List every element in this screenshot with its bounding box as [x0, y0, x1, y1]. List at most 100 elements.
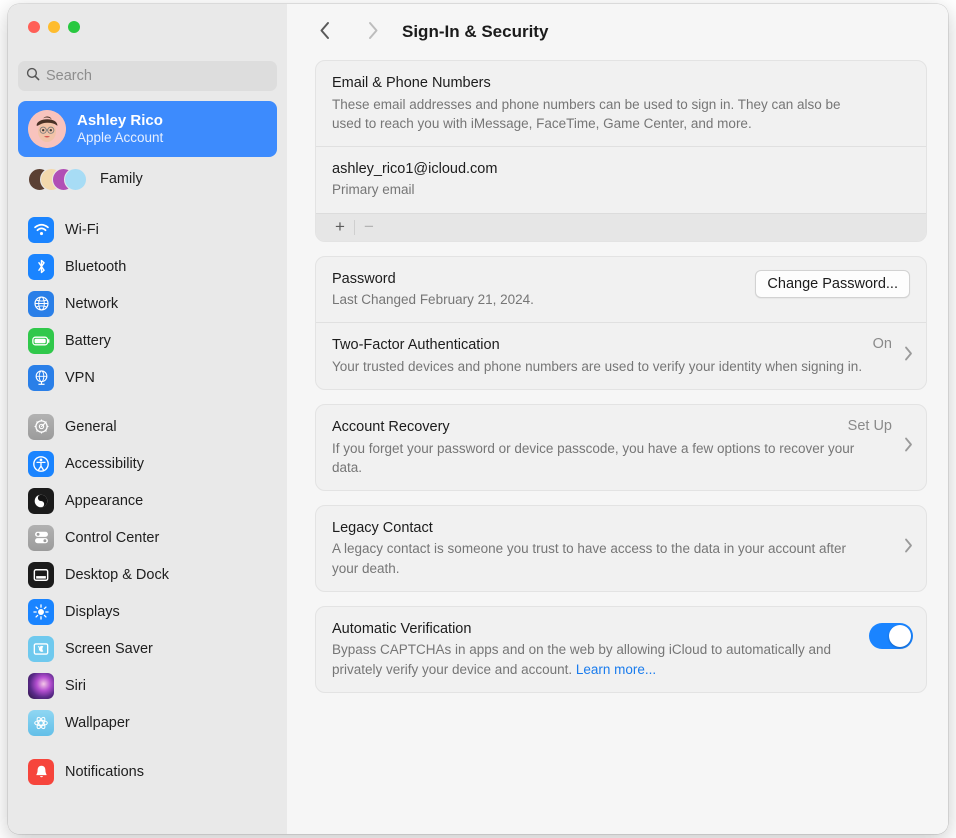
sidebar-item-vpn[interactable]: VPN	[18, 359, 277, 396]
sidebar-item-notifications[interactable]: Notifications	[18, 753, 277, 790]
sidebar-item-general[interactable]: General	[18, 408, 277, 445]
search-icon	[26, 67, 40, 86]
family-avatars-icon	[28, 166, 90, 192]
email-phone-header: Email & Phone Numbers These email addres…	[316, 61, 926, 146]
email-toolbar: + −	[316, 213, 926, 241]
sidebar-item-network[interactable]: Network	[18, 285, 277, 322]
sidebar-item-screen-saver[interactable]: Screen Saver	[18, 630, 277, 667]
sidebar-item-label: Wi-Fi	[65, 222, 99, 238]
account-name: Ashley Rico	[77, 112, 163, 130]
control-center-icon	[28, 525, 54, 551]
learn-more-link[interactable]: Learn more...	[576, 662, 656, 677]
network-globe-icon	[28, 291, 54, 317]
account-recovery-status: Set Up	[848, 418, 892, 434]
sidebar: Ashley Rico Apple Account Family W	[8, 4, 287, 834]
notifications-bell-icon	[28, 759, 54, 785]
bluetooth-icon	[28, 254, 54, 280]
legacy-contact-row[interactable]: Legacy Contact A legacy contact is someo…	[316, 506, 926, 591]
sidebar-item-label: Appearance	[65, 493, 143, 509]
screen-saver-icon	[28, 636, 54, 662]
legacy-contact-card[interactable]: Legacy Contact A legacy contact is someo…	[315, 505, 927, 592]
account-recovery-row[interactable]: Account Recovery If you forget your pass…	[316, 405, 926, 490]
sidebar-item-displays[interactable]: Displays	[18, 593, 277, 630]
remove-email-button[interactable]: −	[355, 216, 383, 238]
sidebar-item-label: General	[65, 419, 117, 435]
account-recovery-title: Account Recovery	[332, 418, 910, 438]
automatic-verification-row: Automatic Verification Bypass CAPTCHAs i…	[316, 607, 926, 692]
chevron-right-icon	[904, 346, 913, 366]
page-title: Sign-In & Security	[402, 22, 548, 42]
chevron-left-icon	[319, 21, 331, 43]
battery-icon	[28, 328, 54, 354]
avatar	[28, 110, 66, 148]
toggle-knob	[889, 625, 911, 647]
sidebar-item-label: Displays	[65, 604, 120, 620]
sidebar-item-apple-account[interactable]: Ashley Rico Apple Account	[18, 101, 277, 157]
sidebar-item-label: Bluetooth	[65, 259, 126, 275]
email-entry-row[interactable]: ashley_rico1@icloud.com Primary email	[316, 146, 926, 213]
password-security-card: Password Last Changed February 21, 2024.…	[315, 256, 927, 390]
siri-icon	[28, 673, 54, 699]
desktop-dock-icon	[28, 562, 54, 588]
sidebar-item-bluetooth[interactable]: Bluetooth	[18, 248, 277, 285]
two-factor-title: Two-Factor Authentication	[332, 336, 910, 356]
sidebar-item-accessibility[interactable]: Accessibility	[18, 445, 277, 482]
gear-icon	[28, 414, 54, 440]
two-factor-row[interactable]: Two-Factor Authentication Your trusted d…	[316, 322, 926, 389]
chevron-right-icon	[367, 21, 379, 43]
sidebar-item-label: Battery	[65, 333, 111, 349]
traffic-lights	[18, 4, 277, 50]
sidebar-item-siri[interactable]: Siri	[18, 667, 277, 704]
password-last-changed: Last Changed February 21, 2024.	[332, 290, 534, 309]
accessibility-icon	[28, 451, 54, 477]
email-phone-description: These email addresses and phone numbers …	[332, 95, 872, 133]
sidebar-item-wi-fi[interactable]: Wi-Fi	[18, 211, 277, 248]
search-field[interactable]	[18, 61, 277, 91]
close-button[interactable]	[28, 21, 40, 33]
sidebar-item-wallpaper[interactable]: Wallpaper	[18, 704, 277, 741]
vpn-globe-icon	[28, 365, 54, 391]
add-email-button[interactable]: +	[326, 216, 354, 238]
sidebar-item-battery[interactable]: Battery	[18, 322, 277, 359]
account-recovery-card[interactable]: Account Recovery If you forget your pass…	[315, 404, 927, 491]
two-factor-description: Your trusted devices and phone numbers a…	[332, 357, 872, 376]
system-settings-window: Ashley Rico Apple Account Family W	[8, 4, 948, 834]
chevron-right-icon	[904, 437, 913, 457]
change-password-button[interactable]: Change Password...	[755, 270, 910, 298]
account-recovery-description: If you forget your password or device pa…	[332, 439, 872, 477]
maximize-button[interactable]	[68, 21, 80, 33]
password-row: Password Last Changed February 21, 2024.…	[316, 257, 926, 323]
back-button[interactable]	[308, 17, 342, 47]
sidebar-group-system: General Accessibility	[18, 408, 277, 741]
main-header: Sign-In & Security	[287, 4, 948, 60]
wallpaper-icon	[28, 710, 54, 736]
automatic-verification-title: Automatic Verification	[332, 620, 910, 640]
sidebar-item-label: Desktop & Dock	[65, 567, 169, 583]
sidebar-item-label: Siri	[65, 678, 86, 694]
main-content: Sign-In & Security Email & Phone Numbers…	[287, 4, 948, 834]
search-input[interactable]	[46, 68, 269, 84]
sidebar-group-network: Wi-Fi Bluetooth	[18, 211, 277, 396]
account-subtitle: Apple Account	[77, 130, 163, 146]
email-phone-card: Email & Phone Numbers These email addres…	[315, 60, 927, 242]
sidebar-group-notifications: Notifications	[18, 753, 277, 790]
wifi-icon	[28, 217, 54, 243]
minimize-button[interactable]	[48, 21, 60, 33]
sidebar-item-label: Wallpaper	[65, 715, 130, 731]
email-label: Primary email	[332, 180, 910, 199]
sidebar-item-family[interactable]: Family	[18, 159, 277, 199]
sidebar-item-appearance[interactable]: Appearance	[18, 482, 277, 519]
forward-button[interactable]	[356, 17, 390, 47]
automatic-verification-toggle[interactable]	[869, 623, 913, 649]
sidebar-item-desktop-dock[interactable]: Desktop & Dock	[18, 556, 277, 593]
sidebar-item-label: Accessibility	[65, 456, 144, 472]
sidebar-item-control-center[interactable]: Control Center	[18, 519, 277, 556]
sidebar-item-label: Screen Saver	[65, 641, 153, 657]
sidebar-item-label: VPN	[65, 370, 95, 386]
two-factor-status: On	[873, 336, 892, 352]
sidebar-item-label: Notifications	[65, 764, 144, 780]
automatic-verification-description: Bypass CAPTCHAs in apps and on the web b…	[332, 640, 872, 678]
password-title: Password	[332, 270, 534, 290]
sidebar-item-label: Network	[65, 296, 118, 312]
automatic-verification-card: Automatic Verification Bypass CAPTCHAs i…	[315, 606, 927, 693]
